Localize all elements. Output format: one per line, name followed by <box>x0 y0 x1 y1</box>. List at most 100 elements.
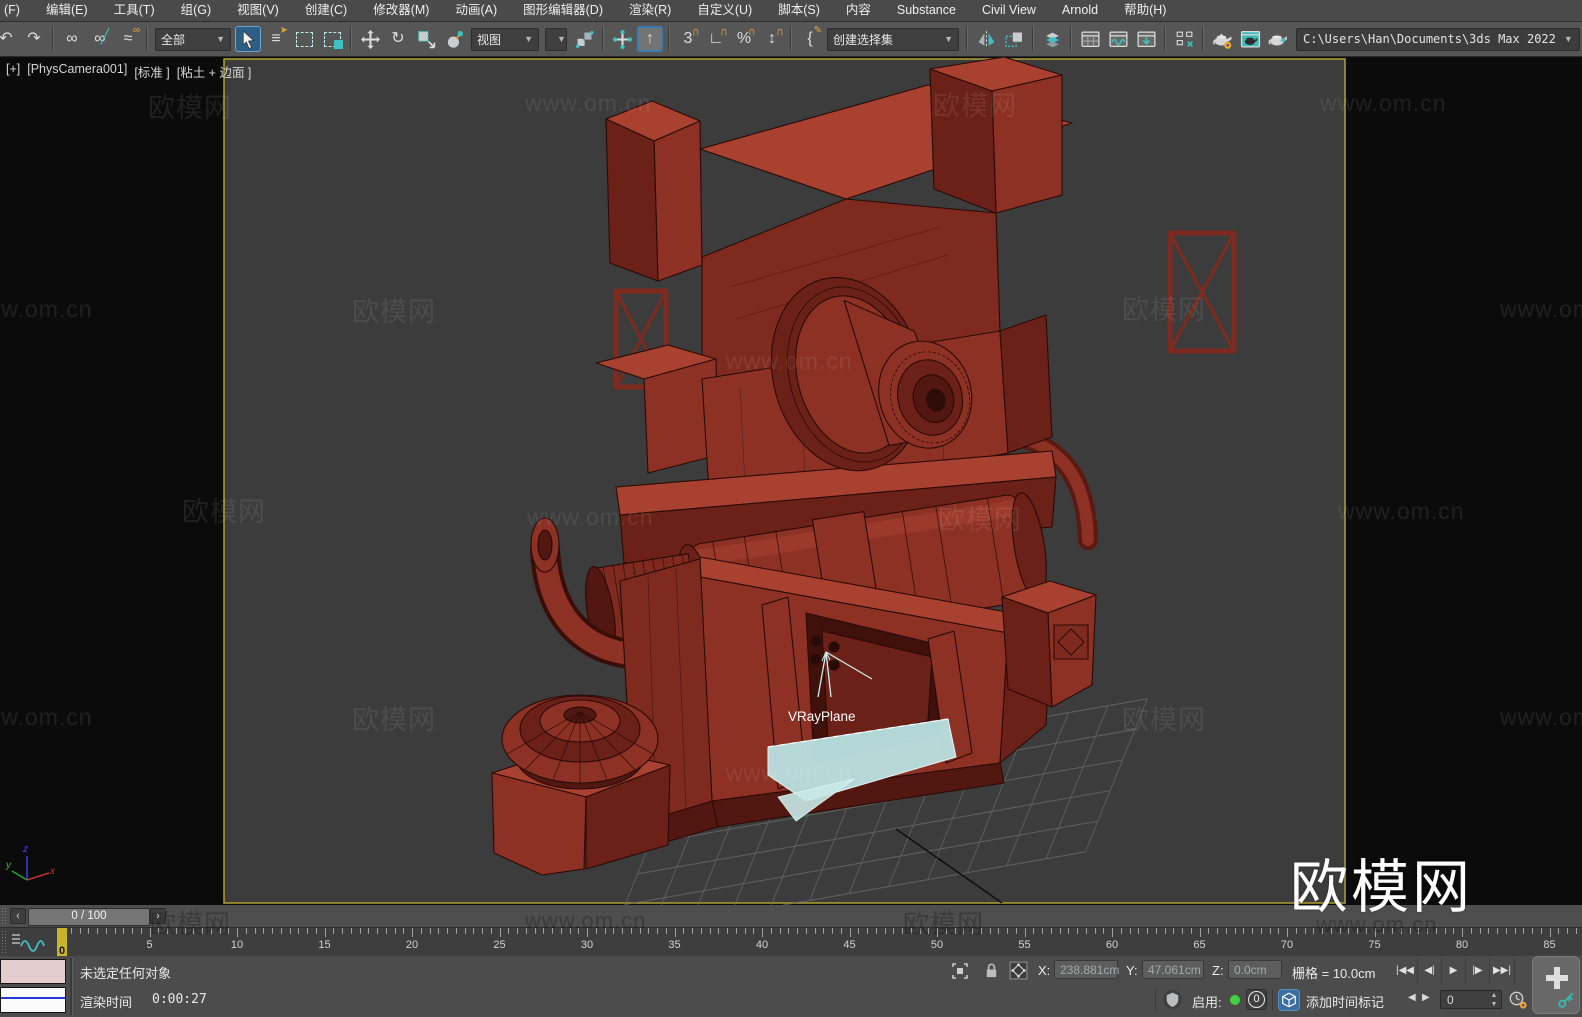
ruler-tick-label: 15 <box>318 939 331 951</box>
adaptive-degradation-shield-icon[interactable] <box>1162 989 1183 1010</box>
menu-bar: (F) 编辑(E) 工具(T) 组(G) 视图(V) 创建(C) 修改器(M) 动画(A) 图形… <box>0 0 1582 22</box>
viewport-menu-style[interactable]: [标准 ] <box>134 62 169 81</box>
time-slider-handle[interactable]: 0 / 100 <box>28 908 150 926</box>
schematic-view-icon[interactable] <box>1171 26 1197 52</box>
selection-lock-toggle-icon[interactable] <box>982 961 1001 980</box>
menu-item-3[interactable]: 组(G) <box>168 0 225 21</box>
timeline-ruler[interactable]: 0 5 10 15 20 25 30 35 40 45 50 55 60 65 70 75 80 85 <box>56 928 1582 956</box>
ruler-tick <box>613 928 615 934</box>
drag-handle[interactable] <box>1 907 6 925</box>
viewport-canvas[interactable]: VRayPlane z y x [+] [PhysCamera001] [标准 … <box>0 57 1582 905</box>
unlink-selection-icon[interactable]: ∞ ╱ <box>87 26 113 52</box>
named-sets-dropdown[interactable]: 创建选择集 ▼ <box>827 27 959 51</box>
rendered-frame-window-icon[interactable] <box>1237 26 1263 52</box>
viewport-menu-shading[interactable]: [粘土 + 边面 ] <box>177 62 252 81</box>
viewport-menu-general[interactable]: [+] <box>6 62 20 81</box>
menu-item-2[interactable]: 工具(T) <box>101 0 168 21</box>
nav-right-arrow[interactable]: ▶ <box>1420 992 1432 1003</box>
select-object-icon[interactable] <box>235 26 261 52</box>
menu-item-13[interactable]: Substance <box>884 0 969 21</box>
time-configuration-clock-icon[interactable] <box>1508 990 1528 1010</box>
menu-item-0[interactable]: (F) <box>0 0 33 21</box>
ruler-tick <box>228 928 230 934</box>
track-bar[interactable]: 0 5 10 15 20 25 30 35 40 45 50 55 60 65 70 75 80 85 0 <box>0 928 1582 957</box>
current-frame-marker[interactable]: 0 <box>57 928 67 957</box>
mini-curve-editor-icon[interactable] <box>8 930 48 954</box>
maxscript-mini-listener-macro[interactable] <box>0 959 66 984</box>
ruler-tick <box>1462 928 1463 937</box>
undo-icon[interactable]: ↶ <box>0 26 19 52</box>
spinner-snap-icon[interactable]: ↕ ⊃ <box>759 26 786 52</box>
rect-selection-region-icon[interactable] <box>291 26 317 52</box>
drag-handle[interactable] <box>1 930 6 954</box>
ruler-tick <box>429 928 431 934</box>
select-and-move-icon[interactable] <box>357 26 383 52</box>
menu-item-11[interactable]: 脚本(S) <box>765 0 833 21</box>
window-crossing-icon[interactable] <box>319 26 345 52</box>
select-by-name-icon[interactable]: ≡ ➤ <box>263 26 289 52</box>
menu-item-12[interactable]: 内容 <box>833 0 884 21</box>
mirror-icon[interactable] <box>973 26 999 52</box>
ruler-tick <box>1470 928 1472 934</box>
use-pivot-point-center-icon[interactable] <box>571 26 597 52</box>
render-production-icon[interactable] <box>1265 26 1291 52</box>
select-and-manipulate-icon[interactable] <box>609 26 635 52</box>
maximize-viewport-toggle-button[interactable] <box>1532 956 1580 1014</box>
scene-explorer-icon[interactable] <box>1077 26 1103 52</box>
z-coordinate-field[interactable]: 0.0cm <box>1228 960 1282 979</box>
menu-item-7[interactable]: 动画(A) <box>442 0 510 21</box>
y-coordinate-field[interactable]: 47.061cm <box>1142 960 1204 979</box>
project-folder-field[interactable]: C:\Users\Han\Documents\3ds Max 2022 ▼ <box>1296 27 1580 51</box>
menu-item-15[interactable]: Arnold <box>1049 0 1111 21</box>
reference-coordinate-dropdown[interactable]: 视图 ▼ <box>471 27 539 51</box>
select-and-scale-icon[interactable] <box>413 26 439 52</box>
status-green-indicator <box>1230 995 1240 1005</box>
percent-snap-icon[interactable]: % ⊃ <box>731 26 758 52</box>
default-shading-cube-icon[interactable] <box>1278 989 1300 1011</box>
play-button[interactable]: ▶ <box>1442 958 1466 984</box>
select-and-rotate-icon[interactable]: ↻ <box>385 26 411 52</box>
previous-frame-button[interactable]: ◀| <box>1418 958 1442 984</box>
go-to-start-button[interactable]: |◀◀ <box>1393 958 1418 984</box>
bind-to-space-warp-icon[interactable]: ≈ ∞ <box>115 26 141 52</box>
align-icon[interactable] <box>1001 26 1027 52</box>
menu-item-1[interactable]: 编辑(E) <box>33 0 101 21</box>
previous-frame-arrow-button[interactable]: ‹ <box>10 908 26 924</box>
select-and-link-icon[interactable]: ∞ <box>59 26 85 52</box>
ruler-tick <box>779 928 781 934</box>
redo-icon[interactable]: ↷ <box>21 26 47 52</box>
angle-snap-icon[interactable]: ∟ ⊃ <box>703 26 730 52</box>
menu-item-6[interactable]: 修改器(M) <box>360 0 442 21</box>
degradation-zero-button[interactable]: 0 <box>1246 989 1267 1010</box>
snaps-toggle-3d-icon[interactable]: 3 ⊃ <box>675 26 702 52</box>
menu-item-4[interactable]: 视图(V) <box>224 0 292 21</box>
frame-spinner-field[interactable]: 0 ▲ ▼ <box>1440 990 1502 1009</box>
x-coordinate-field[interactable]: 238.881cm <box>1054 960 1119 979</box>
menu-item-9[interactable]: 渲染(R) <box>616 0 684 21</box>
use-center-flyout-dropdown[interactable]: ▼ <box>545 27 567 51</box>
maxscript-mini-listener[interactable] <box>0 987 66 1013</box>
ruler-tick <box>499 928 501 937</box>
next-frame-arrow-button[interactable]: › <box>150 908 166 924</box>
isolate-selection-toggle-icon[interactable] <box>950 961 970 981</box>
menu-item-14[interactable]: Civil View <box>969 0 1049 21</box>
menu-item-8[interactable]: 图形编辑器(D) <box>510 0 616 21</box>
nav-left-arrow[interactable]: ◀ <box>1406 992 1418 1003</box>
next-frame-button[interactable]: |▶ <box>1466 958 1490 984</box>
edit-named-sets-icon[interactable]: {✎ <box>797 26 823 52</box>
menu-item-16[interactable]: 帮助(H) <box>1111 0 1179 21</box>
menu-item-5[interactable]: 创建(C) <box>292 0 360 21</box>
curve-editor-icon[interactable] <box>1105 26 1131 52</box>
y-coordinate-label: Y: <box>1126 963 1138 978</box>
select-and-place-icon[interactable] <box>441 26 467 52</box>
selection-filter-dropdown[interactable]: 全部 ▼ <box>155 27 231 51</box>
layer-manager-icon[interactable] <box>1039 26 1065 52</box>
absolute-mode-transform-icon[interactable] <box>1008 960 1029 981</box>
render-setup-icon[interactable] <box>1209 26 1235 52</box>
menu-item-10[interactable]: 自定义(U) <box>684 0 765 21</box>
dope-sheet-icon[interactable] <box>1133 26 1159 52</box>
viewport-menu-camera[interactable]: [PhysCamera001] <box>27 62 127 81</box>
add-time-tag[interactable]: 添加时间标记 <box>1306 992 1384 1011</box>
go-to-end-button[interactable]: ▶▶| <box>1490 958 1515 984</box>
keyboard-shortcut-override-icon[interactable]: ↑ <box>637 26 663 52</box>
